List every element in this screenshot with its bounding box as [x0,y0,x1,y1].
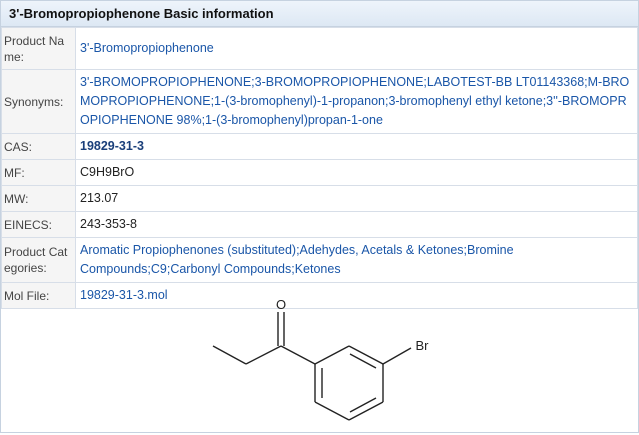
bond-c-br [382,347,412,365]
einecs-value: 243-353-8 [75,211,638,238]
row-einecs: EINECS: 243-353-8 [1,211,638,238]
mw-value: 213.07 [75,185,638,212]
panel-title: 3'-Bromopropiophenone Basic information [1,1,638,27]
bond-ring-inner-2 [349,397,377,413]
bond-ring-5 [314,401,350,421]
basic-info-panel: 3'-Bromopropiophenone Basic information … [0,0,639,433]
mf-value: C9H9BrO [75,159,638,186]
atom-oxygen: O [276,297,286,312]
categories-label: Product Cat egories: [1,237,76,283]
molecule-bonds [212,312,412,421]
mf-label: MF: [1,159,76,186]
cas-label: CAS: [1,133,76,160]
categories-value[interactable]: Aromatic Propiophenones (substituted);Ad… [75,237,638,283]
bond-ring-1 [314,345,350,365]
bond-ring-4 [348,401,384,421]
bond-ring-2 [348,345,384,365]
synonyms-label: Synonyms: [1,69,76,134]
atom-bromine: Br [416,338,430,353]
bond-ring-inner-1 [349,353,377,369]
bond-ring-attach [280,345,316,365]
structure-diagram: O Br [212,297,430,421]
row-categories: Product Cat egories: Aromatic Propiophen… [1,237,638,283]
product-name-label: Product Na me: [1,27,76,70]
row-mf: MF: C9H9BrO [1,159,638,186]
structure-area: O Br [1,294,638,432]
synonyms-value[interactable]: 3'-BROMOPROPIOPHENONE;3-BROMOPROPIOPHENO… [75,69,638,134]
row-mw: MW: 213.07 [1,185,638,212]
row-cas: CAS: 19829-31-3 [1,133,638,160]
bond-ethyl-ch2 [245,345,282,365]
bond-ethyl-ch3 [212,345,247,365]
mw-label: MW: [1,185,76,212]
row-synonyms: Synonyms: 3'-BROMOPROPIOPHENONE;3-BROMOP… [1,69,638,134]
info-table: Product Na me: 3'-Bromopropiophenone Syn… [1,27,638,309]
product-name-value[interactable]: 3'-Bromopropiophenone [75,27,638,70]
einecs-label: EINECS: [1,211,76,238]
row-product-name: Product Na me: 3'-Bromopropiophenone [1,27,638,70]
cas-value[interactable]: 19829-31-3 [75,133,638,160]
